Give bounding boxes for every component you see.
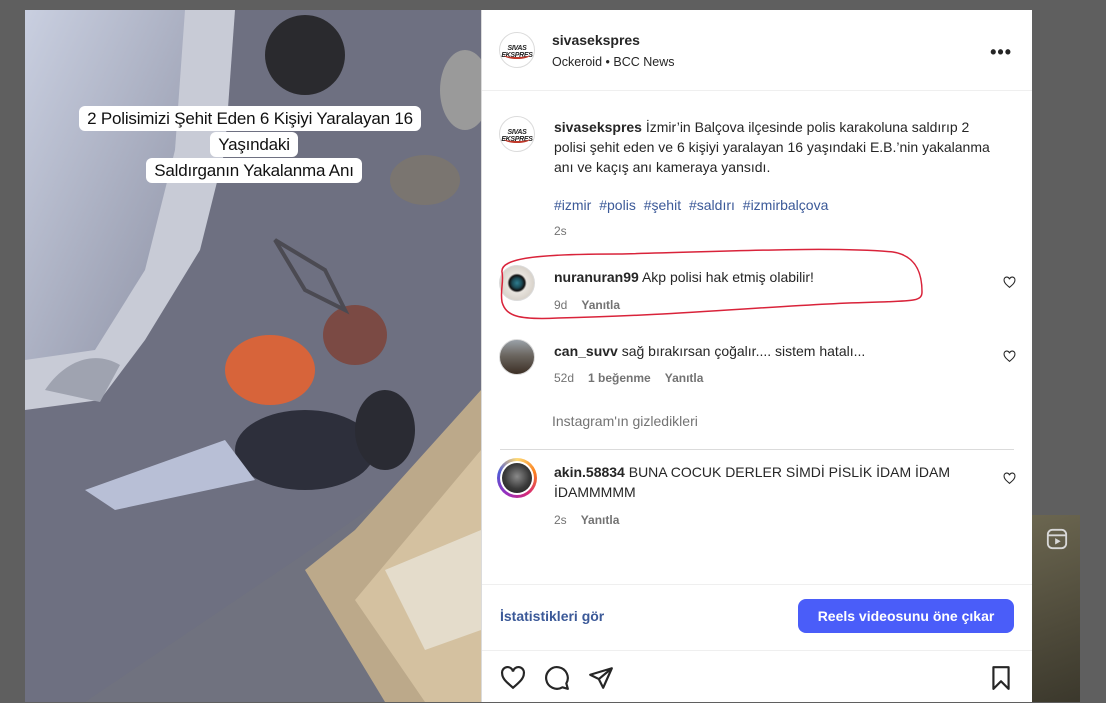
audio-separator: • xyxy=(605,55,610,69)
reply-button[interactable]: Yanıtla xyxy=(581,513,620,527)
post-details-panel: SIVAS EKSPRES sivasekspres Ockeroid • BC… xyxy=(481,10,1032,702)
like-icon[interactable] xyxy=(500,665,526,691)
comment-meta: 52d 1 beğenme Yanıtla xyxy=(554,371,703,385)
hashtag-link[interactable]: #şehit xyxy=(644,197,681,213)
logo-swoosh xyxy=(504,135,530,143)
audio-artist: Ockeroid xyxy=(552,55,603,69)
reels-icon xyxy=(1046,528,1068,550)
hidden-comments-divider xyxy=(500,449,1014,450)
save-icon[interactable] xyxy=(988,665,1014,691)
comment-time: 2s xyxy=(554,513,567,527)
comment-like-heart-icon[interactable] xyxy=(1003,276,1016,289)
post-action-bar xyxy=(482,650,1032,703)
post-header: SIVAS EKSPRES sivasekspres Ockeroid • BC… xyxy=(482,10,1032,91)
caption-username[interactable]: sivasekspres xyxy=(554,119,642,135)
commenter-avatar xyxy=(502,463,532,493)
post-video[interactable]: 2 Polisimizi Şehit Eden 6 Kişiyi Yaralay… xyxy=(25,10,481,702)
red-annotation-outline xyxy=(500,248,923,320)
post-caption: sivasekspres İzmir’in Balçova ilçesinde … xyxy=(554,117,1004,177)
view-insights-link[interactable]: İstatistikleri gör xyxy=(500,608,604,624)
comment-likes-count[interactable]: 1 beğenme xyxy=(588,371,651,385)
comment-text: sağ bırakırsan çoğalır.... sistem hatalı… xyxy=(621,343,866,359)
comment-time: 52d xyxy=(554,371,575,385)
comment-body: can_suvv sağ bırakırsan çoğalır.... sist… xyxy=(554,341,865,361)
caption-time: 2s xyxy=(554,224,567,238)
author-username[interactable]: sivasekspres xyxy=(552,32,640,48)
comment-body: akin.58834 BUNA COCUK DERLER SİMDİ PİSLİ… xyxy=(554,462,974,502)
overlay-title-line1: 2 Polisimizi Şehit Eden 6 Kişiyi Yaralay… xyxy=(79,106,421,157)
more-options-button[interactable]: ••• xyxy=(990,42,1012,63)
audio-info[interactable]: Ockeroid • BCC News xyxy=(552,55,675,69)
next-media-thumbnail[interactable] xyxy=(1031,515,1080,702)
footer-divider xyxy=(482,584,1032,585)
commenter-avatar-story-ring[interactable] xyxy=(497,458,537,498)
author-avatar[interactable]: SIVAS EKSPRES xyxy=(499,32,535,68)
caption-author-avatar[interactable]: SIVAS EKSPRES xyxy=(499,116,535,152)
video-overlay-title: 2 Polisimizi Şehit Eden 6 Kişiyi Yaralay… xyxy=(49,106,459,184)
hashtag-link[interactable]: #polis xyxy=(599,197,636,213)
comment-like-heart-icon[interactable] xyxy=(1003,472,1016,485)
comment-username[interactable]: akin.58834 xyxy=(554,464,625,480)
comment-meta: 2s Yanıtla xyxy=(554,513,619,527)
boost-reel-button[interactable]: Reels videosunu öne çıkar xyxy=(798,599,1014,633)
logo-swoosh xyxy=(504,51,530,59)
caption-hashtags: #izmir #polis #şehit #saldırı #izmirbalç… xyxy=(554,197,832,213)
hashtag-link[interactable]: #saldırı xyxy=(689,197,735,213)
comment-username[interactable]: can_suvv xyxy=(554,343,618,359)
reply-button[interactable]: Yanıtla xyxy=(665,371,704,385)
hashtag-link[interactable]: #izmirbalçova xyxy=(743,197,829,213)
hidden-comments-link[interactable]: Instagram'ın gizledikleri xyxy=(552,413,698,429)
comment-like-heart-icon[interactable] xyxy=(1003,350,1016,363)
audio-title: BCC News xyxy=(613,55,675,69)
hashtag-link[interactable]: #izmir xyxy=(554,197,591,213)
comment-icon[interactable] xyxy=(544,665,570,691)
commenter-avatar[interactable] xyxy=(499,339,535,375)
share-icon[interactable] xyxy=(588,665,614,691)
overlay-title-line2: Saldırganın Yakalanma Anı xyxy=(146,158,362,183)
